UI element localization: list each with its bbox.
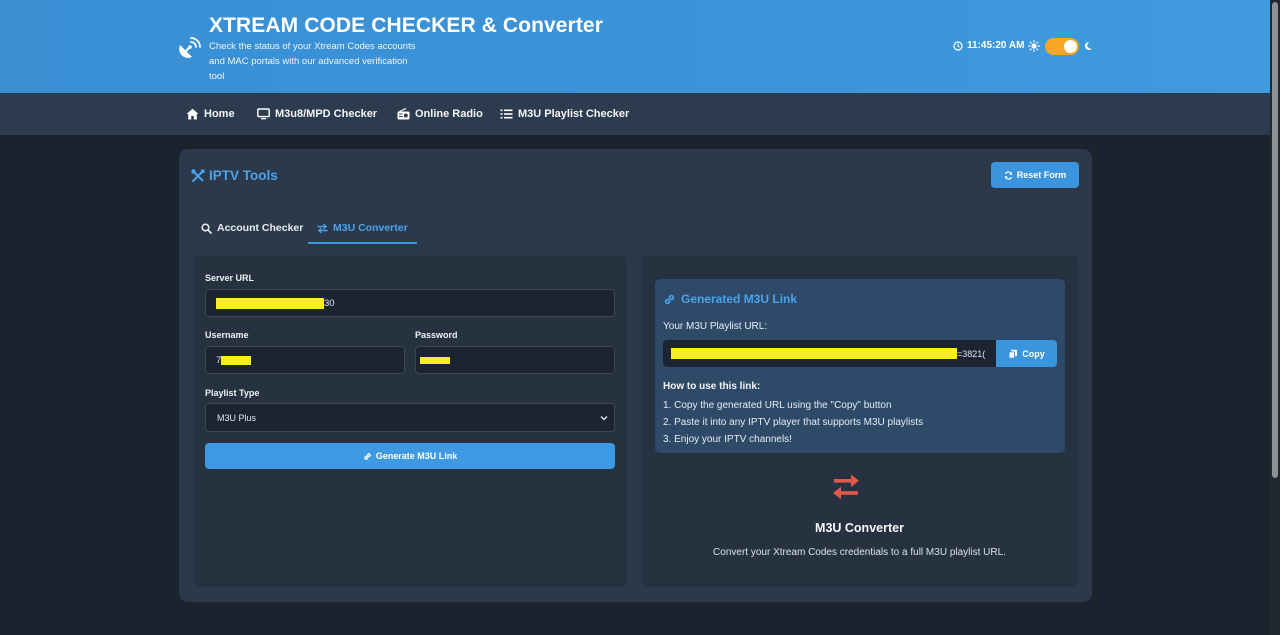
playlist-type-select[interactable]: M3U Plus: [205, 403, 615, 432]
link-icon: [664, 294, 675, 304]
active-tab-indicator: [308, 242, 417, 244]
iptv-tools-card: IPTV Tools Reset Form Account Checker M3…: [179, 149, 1092, 602]
redacted-highlight: [671, 348, 957, 359]
clock-icon: [953, 40, 963, 51]
url-label: Your M3U Playlist URL:: [663, 321, 768, 332]
server-url-input[interactable]: 30: [205, 289, 615, 317]
main-nav: Home M3u8/MPD Checker Online Radio M3U P…: [0, 93, 1270, 135]
generated-link-box: Generated M3U Link Your M3U Playlist URL…: [655, 279, 1065, 453]
page-scrollbar[interactable]: [1270, 0, 1280, 635]
server-url-label: Server URL: [205, 273, 255, 283]
redacted-highlight: [221, 355, 252, 365]
tab-m3u-converter[interactable]: M3U Converter: [317, 222, 408, 234]
card-title: IPTV Tools: [191, 168, 278, 183]
home-icon: [186, 108, 199, 120]
nav-item-home[interactable]: Home: [186, 108, 235, 120]
list-item: 3. Enjoy your IPTV channels!: [663, 434, 792, 445]
copy-button[interactable]: Copy: [996, 340, 1057, 367]
tab-account-checker[interactable]: Account Checker: [201, 222, 303, 234]
generated-url-field[interactable]: =3821(: [663, 340, 997, 367]
list-item: 1. Copy the generated URL using the "Cop…: [663, 400, 892, 411]
password-label: Password: [415, 330, 458, 340]
monitor-icon: [257, 108, 270, 120]
redacted-highlight: [420, 356, 450, 364]
converter-info-title: M3U Converter: [815, 521, 904, 535]
username-label: Username: [205, 330, 249, 340]
site-header: XTREAM CODE CHECKER & Converter Check th…: [0, 0, 1270, 93]
clock: 11:45:20 AM: [953, 40, 1024, 51]
nav-item-m3u8-mpd-checker[interactable]: M3u8/MPD Checker: [257, 108, 377, 120]
converter-info-description: Convert your Xtream Codes credentials to…: [713, 547, 1006, 558]
satellite-dish-icon: [179, 37, 201, 58]
link-icon: [363, 452, 371, 460]
reset-form-button[interactable]: Reset Form: [991, 162, 1079, 188]
sun-icon: [1028, 40, 1040, 52]
radio-icon: [397, 108, 410, 120]
scrollbar-thumb[interactable]: [1272, 2, 1278, 478]
theme-toggle[interactable]: [1045, 38, 1079, 55]
howto-steps: 1. Copy the generated URL using the "Cop…: [663, 397, 923, 448]
refresh-icon: [1004, 170, 1012, 180]
chevron-down-icon: [600, 416, 608, 421]
clock-time: 11:45:20 AM: [967, 40, 1025, 51]
toggle-knob: [1064, 40, 1077, 53]
generate-m3u-link-button[interactable]: Generate M3U Link: [205, 443, 615, 469]
list-icon: [500, 109, 513, 119]
playlist-type-label: Playlist Type: [205, 388, 260, 398]
nav-item-m3u-playlist-checker[interactable]: M3U Playlist Checker: [500, 108, 629, 120]
site-title: XTREAM CODE CHECKER & Converter: [209, 14, 603, 37]
site-subtitle: Check the status of your Xtream Codes ac…: [209, 41, 416, 82]
result-panel: Generated M3U Link Your M3U Playlist URL…: [641, 256, 1078, 587]
copy-icon: [1008, 349, 1018, 359]
exchange-arrows-icon: [833, 474, 859, 500]
list-item: 2. Paste it into any IPTV player that su…: [663, 417, 924, 428]
generated-link-title: Generated M3U Link: [663, 292, 797, 306]
howto-title: How to use this link:: [663, 381, 761, 392]
moon-icon: [1084, 41, 1092, 50]
redacted-highlight: [216, 297, 324, 309]
tools-icon: [191, 168, 205, 182]
username-input[interactable]: 7: [205, 346, 405, 374]
search-icon: [201, 222, 212, 234]
password-input[interactable]: [415, 346, 615, 374]
nav-item-online-radio[interactable]: Online Radio: [397, 108, 483, 120]
converter-form-panel: Server URL 30 Username 7 Password Playli…: [193, 256, 627, 587]
exchange-icon: [317, 223, 328, 233]
